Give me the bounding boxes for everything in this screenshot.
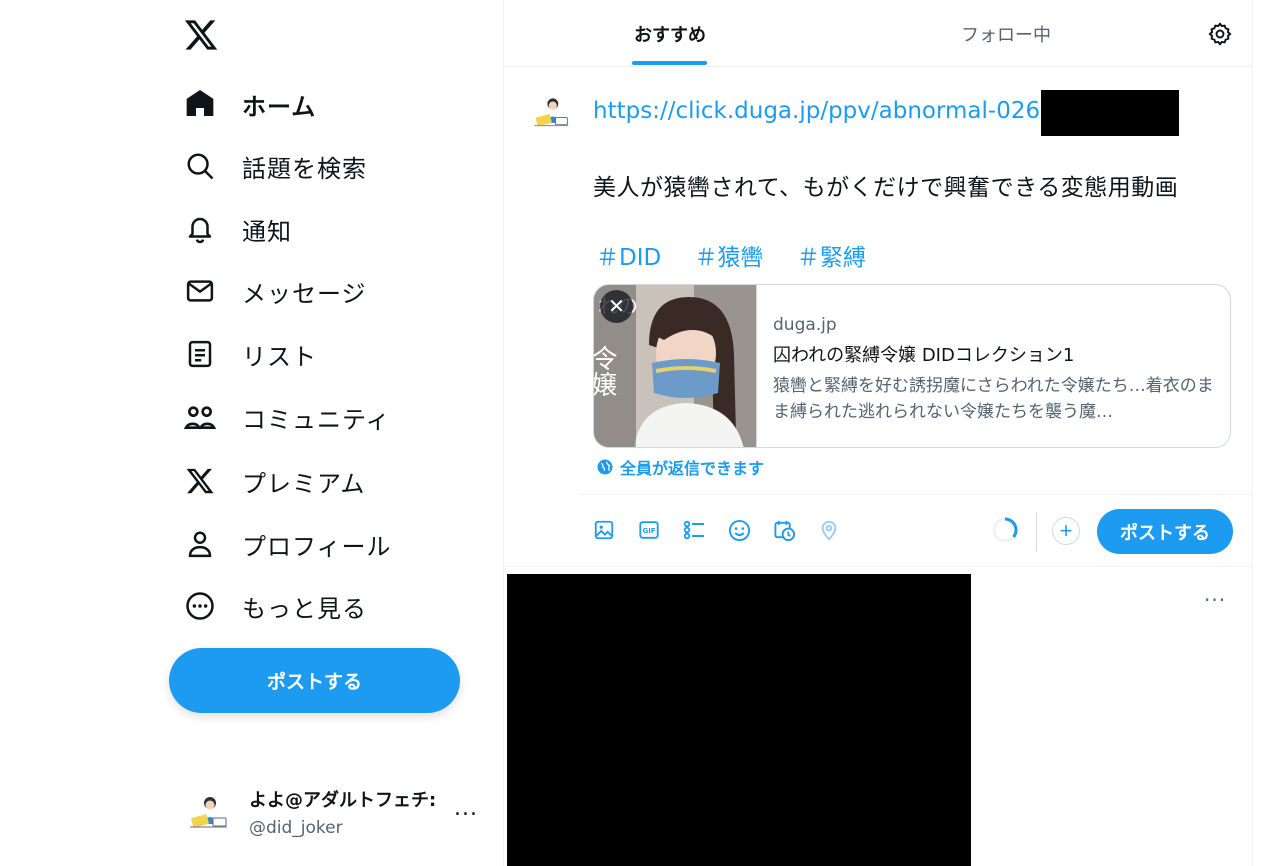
communities-icon	[183, 400, 217, 434]
card-thumbnail: れの 令嬢 ✕	[594, 285, 756, 447]
nav-item-home[interactable]: ホーム	[183, 80, 316, 128]
character-count-progress	[991, 516, 1019, 544]
gear-icon[interactable]	[1207, 21, 1233, 47]
active-tab-indicator	[632, 61, 707, 65]
nav-item-communities[interactable]: コミュニティ	[183, 393, 391, 441]
reply-setting-button[interactable]: 全員が返信できます	[596, 455, 764, 479]
hashtag[interactable]: ＃緊縛	[797, 245, 866, 271]
tab-for-you[interactable]: おすすめ	[504, 0, 836, 67]
x-logo-icon	[183, 464, 217, 498]
account-handle: @did_joker	[249, 818, 343, 838]
card-title: 囚われの緊縛令嬢 DIDコレクション1	[773, 345, 1075, 366]
post-button[interactable]: ポストする	[169, 648, 460, 713]
bell-icon	[183, 212, 217, 246]
nav-item-premium[interactable]: プレミアム	[183, 457, 365, 505]
nav-label-premium: プレミアム	[242, 469, 366, 498]
account-switcher[interactable]: よよ@アダルトフェチ: @did_joker ...	[186, 780, 486, 844]
post-more-icon[interactable]: ...	[1204, 582, 1226, 606]
card-image-title: 令嬢	[594, 345, 617, 397]
card-domain: duga.jp	[773, 315, 837, 335]
hashtag-list: ＃DID ＃猿轡 ＃緊縛	[596, 238, 892, 272]
compose-post-button[interactable]: ポストする	[1097, 509, 1233, 554]
compose-divider	[579, 494, 1253, 495]
add-post-button[interactable]: +	[1052, 517, 1080, 545]
nav-label-more: もっと見る	[242, 594, 367, 623]
location-icon[interactable]	[816, 517, 842, 543]
person-icon	[183, 527, 217, 561]
compose-text[interactable]: 美人が猿轡されて、もがくだけで興奮できる変態用動画	[593, 168, 1178, 202]
hashtag[interactable]: ＃DID	[596, 245, 661, 271]
nav-label-messages: メッセージ	[242, 279, 367, 308]
emoji-icon[interactable]	[726, 517, 752, 543]
search-icon	[183, 149, 217, 183]
nav-label-profile: プロフィール	[242, 532, 392, 561]
nav-item-explore[interactable]: 話題を検索	[183, 142, 367, 190]
schedule-icon[interactable]	[771, 517, 797, 543]
compose-link[interactable]: https://click.duga.jp/ppv/abnormal-0263	[593, 98, 1055, 124]
reply-setting-label: 全員が返信できます	[620, 459, 765, 478]
x-logo-icon[interactable]	[183, 17, 219, 53]
feed-divider	[504, 566, 1253, 567]
nav-item-profile[interactable]: プロフィール	[183, 520, 392, 568]
image-icon[interactable]	[591, 517, 617, 543]
account-display-name: よよ@アダルトフェチ:	[249, 790, 437, 811]
card-description: 猿轡と緊縛を好む誘拐魔にさらわれた令嬢たち…着衣のまま縛られた逃れられない令嬢た…	[773, 376, 1214, 422]
timeline-tabs: おすすめ フォロー中	[504, 0, 1253, 67]
hashtag[interactable]: ＃猿轡	[695, 245, 764, 271]
main-column: おすすめ フォロー中 https://click.duga.jp/ppv/abn…	[503, 0, 1253, 866]
account-more-icon[interactable]: ...	[454, 796, 478, 821]
avatar	[186, 790, 230, 834]
compose-avatar[interactable]	[531, 92, 571, 132]
svg-text:GIF: GIF	[643, 527, 656, 535]
list-icon	[183, 337, 217, 371]
close-icon[interactable]: ✕	[600, 290, 633, 323]
mail-icon	[183, 274, 217, 308]
gif-icon[interactable]: GIF	[636, 517, 662, 543]
poll-icon[interactable]	[681, 517, 707, 543]
nav-item-notifications[interactable]: 通知	[183, 205, 292, 253]
toolbar-separator	[1036, 512, 1037, 552]
globe-icon	[596, 458, 614, 476]
link-preview-card[interactable]: れの 令嬢 ✕ duga.jp 囚われの緊縛令嬢 DIDコレクション1 猿轡と緊…	[593, 284, 1231, 448]
nav-label-explore: 話題を検索	[242, 154, 367, 183]
more-circle-icon	[183, 589, 217, 623]
nav-item-messages[interactable]: メッセージ	[183, 267, 367, 315]
left-navigation: ホーム 話題を検索 通知 メッセージ リスト コミュニティ プレミアム プロフィ…	[0, 0, 503, 866]
redaction-box	[1041, 90, 1179, 136]
nav-label-lists: リスト	[242, 342, 317, 371]
nav-item-lists[interactable]: リスト	[183, 330, 317, 378]
nav-label-home: ホーム	[242, 92, 317, 121]
nav-label-notifications: 通知	[242, 217, 292, 246]
nav-item-more[interactable]: もっと見る	[183, 582, 367, 630]
tab-following[interactable]: フォロー中	[836, 0, 1176, 67]
redacted-post-media	[507, 574, 971, 866]
home-icon	[183, 87, 217, 121]
nav-label-communities: コミュニティ	[242, 405, 391, 434]
